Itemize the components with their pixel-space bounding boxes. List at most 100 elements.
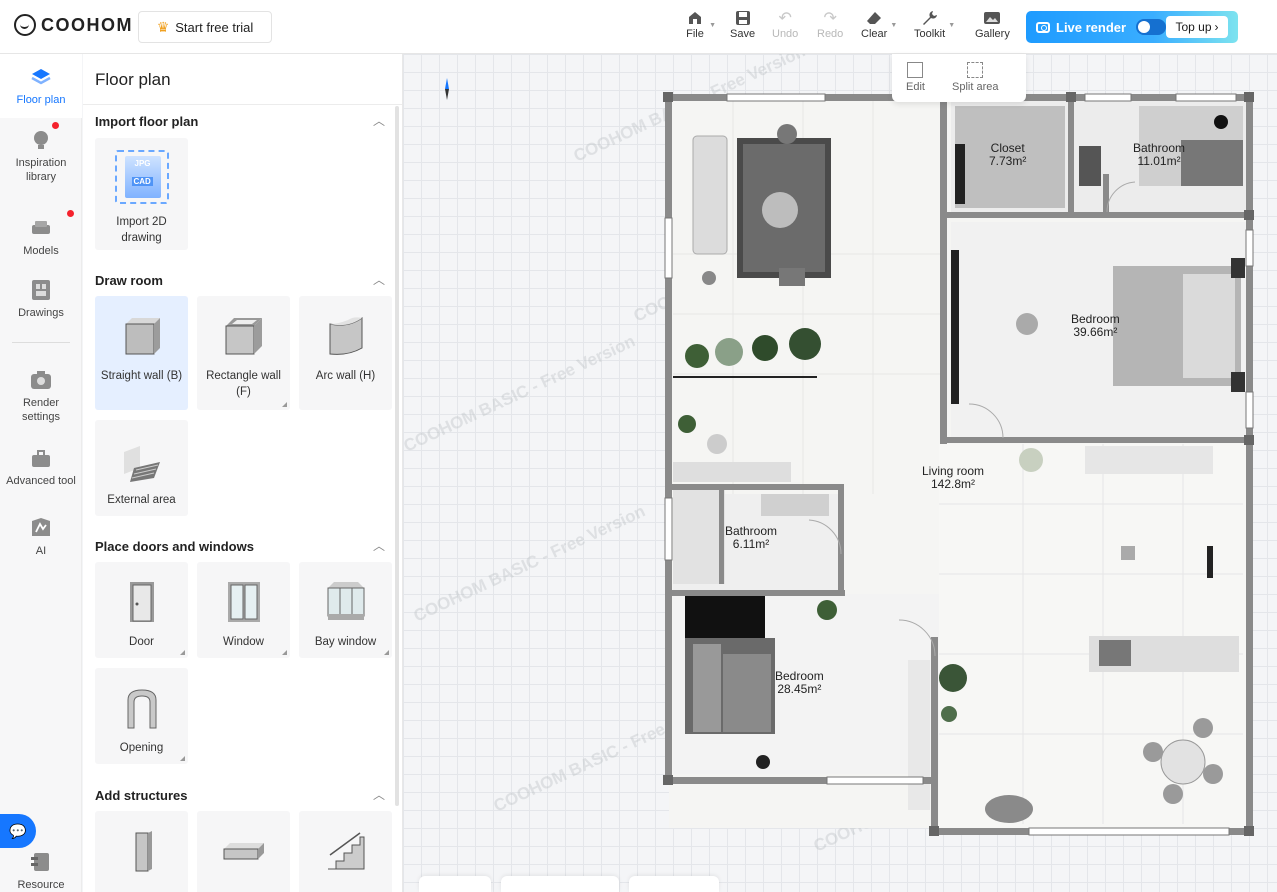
- straight-wall-label: Straight wall (B): [100, 370, 183, 382]
- jpg-badge: JPG: [134, 159, 151, 168]
- rail-advanced-tool-label: Advanced tool: [6, 475, 76, 487]
- camera-settings-icon: [31, 371, 51, 389]
- lightbulb-icon: [34, 131, 48, 149]
- panel-title: Floor plan: [95, 70, 171, 89]
- rail-drawings-label: Drawings: [18, 307, 64, 319]
- room-label-bathroom-small[interactable]: Bathroom 6.11m²: [725, 525, 777, 551]
- chat-support-button[interactable]: 💬: [0, 814, 36, 848]
- chevron-down-icon: ▼: [948, 22, 956, 29]
- external-area-label: External area: [107, 494, 176, 506]
- section-import-heading: Import floor plan: [95, 114, 199, 129]
- room-area: 7.73m²: [989, 154, 1027, 168]
- room-area: 142.8m²: [931, 477, 976, 491]
- rail-floor-plan[interactable]: Floor plan: [0, 54, 82, 118]
- rail-resource[interactable]: Resource: [0, 850, 82, 892]
- redo-button[interactable]: ↷ Redo: [817, 8, 843, 40]
- cad-badge: CAD: [131, 177, 153, 186]
- window-label: Window: [223, 636, 264, 648]
- rail-resource-label: Resource: [17, 879, 65, 891]
- room-area: 11.01m²: [1137, 154, 1181, 168]
- corner-triangle-icon: [180, 650, 185, 655]
- home-file-icon: [684, 8, 706, 28]
- rail-floor-plan-label: Floor plan: [16, 94, 66, 106]
- bay-window-card[interactable]: Bay window: [299, 562, 392, 658]
- crown-icon: ♛: [156, 18, 170, 35]
- room-label-bathroom-top[interactable]: Bathroom 11.01m²: [1133, 142, 1185, 168]
- rectangle-wall-card[interactable]: Rectangle wall (F): [197, 296, 290, 410]
- room-label-bedroom-left[interactable]: Bedroom 28.45m²: [775, 670, 824, 696]
- import-2d-drawing-label: Import 2D drawing: [116, 216, 167, 244]
- corner-triangle-icon: [384, 650, 389, 655]
- save-button[interactable]: Save: [730, 8, 755, 40]
- live-render-button[interactable]: Live render Top up ›: [1026, 11, 1238, 43]
- import-2d-drawing-card[interactable]: JPG CAD Import 2D drawing: [95, 138, 188, 250]
- live-render-toggle[interactable]: [1136, 19, 1167, 35]
- save-label: Save: [730, 28, 756, 40]
- start-free-trial-label: Start free trial: [175, 19, 254, 35]
- edit-button[interactable]: Edit: [906, 62, 925, 93]
- bay-window-icon: [327, 582, 364, 620]
- gallery-label: Gallery: [975, 28, 1010, 40]
- rail-models[interactable]: Models: [0, 210, 82, 258]
- column-card[interactable]: [95, 811, 188, 892]
- door-card[interactable]: Door: [95, 562, 188, 658]
- start-free-trial-button[interactable]: ♛ Start free trial: [138, 11, 272, 43]
- section-draw-room[interactable]: Draw room ︿: [95, 273, 385, 288]
- gallery-button[interactable]: Gallery: [975, 8, 1010, 40]
- door-label: Door: [129, 636, 154, 648]
- rail-render-settings[interactable]: Render settings: [0, 368, 82, 424]
- panel-scrollbar[interactable]: [395, 106, 399, 806]
- room-label-living-room[interactable]: Living room 142.8m²: [922, 465, 984, 491]
- view-mode-switch[interactable]: [501, 876, 619, 892]
- opening-card[interactable]: Opening: [95, 668, 188, 764]
- straight-wall-card[interactable]: Straight wall (B): [95, 296, 188, 410]
- edit-label: Edit: [906, 81, 925, 93]
- opening-label: Opening: [119, 742, 164, 754]
- rail-advanced-tool[interactable]: Advanced tool: [0, 446, 82, 488]
- undo-button[interactable]: ↶ Undo: [772, 8, 798, 40]
- section-import-floor-plan[interactable]: Import floor plan ︿: [95, 114, 385, 129]
- rail-drawings[interactable]: Drawings: [0, 278, 82, 320]
- external-area-card[interactable]: External area: [95, 420, 188, 516]
- room-label-closet[interactable]: Closet 7.73m²: [989, 142, 1026, 168]
- resource-icon: [31, 853, 49, 871]
- floor-selector[interactable]: [419, 876, 491, 892]
- floor-plan-panel: Floor plan Import floor plan ︿ JPG CAD I…: [83, 54, 403, 892]
- stairs-card[interactable]: [299, 811, 392, 892]
- gallery-icon: [981, 8, 1003, 28]
- top-bar: COOHOM ♛ Start free trial File ▼ Save ↶ …: [0, 0, 1277, 54]
- top-up-button[interactable]: Top up ›: [1166, 16, 1228, 38]
- beam-card[interactable]: [197, 811, 290, 892]
- room-area: 39.66m²: [1073, 325, 1118, 339]
- import-file-icon: JPG CAD: [114, 150, 169, 204]
- window-card[interactable]: Window: [197, 562, 290, 658]
- door-icon: [129, 582, 154, 622]
- section-draw-room-heading: Draw room: [95, 273, 163, 288]
- rail-inspiration-library[interactable]: Inspiration library: [0, 122, 82, 184]
- view-tools[interactable]: [629, 876, 719, 892]
- brand[interactable]: COOHOM: [14, 14, 133, 36]
- split-area-icon: [967, 62, 984, 78]
- toolkit-button[interactable]: Toolkit ▼: [914, 8, 955, 40]
- floor-plan-drawing[interactable]: [403, 54, 1277, 892]
- chevron-right-icon: ›: [1214, 20, 1219, 34]
- sofa-icon: [32, 221, 50, 234]
- corner-triangle-icon: [282, 402, 287, 407]
- notification-dot: [52, 122, 59, 129]
- arc-wall-label: Arc wall (H): [315, 370, 376, 382]
- section-doors-windows[interactable]: Place doors and windows ︿: [95, 539, 385, 554]
- section-add-structures-heading: Add structures: [95, 788, 188, 803]
- clear-button[interactable]: Clear ▼: [861, 8, 897, 40]
- room-label-bedroom-right[interactable]: Bedroom 39.66m²: [1071, 313, 1120, 339]
- redo-icon: ↷: [823, 10, 837, 27]
- arc-wall-card[interactable]: Arc wall (H): [299, 296, 392, 410]
- split-area-button[interactable]: Split area: [952, 62, 998, 93]
- chevron-up-icon: ︿: [372, 788, 385, 802]
- section-add-structures[interactable]: Add structures ︿: [95, 788, 385, 803]
- floor-plan-canvas[interactable]: COOHOM BASIC - Free Version COOHOM BASIC…: [403, 54, 1277, 892]
- file-menu-button[interactable]: File ▼: [684, 8, 716, 40]
- rectangle-wall-label: Rectangle wall (F): [206, 370, 281, 398]
- live-render-label: Live render: [1056, 19, 1127, 35]
- rail-ai[interactable]: AI: [0, 516, 82, 558]
- drawings-icon: [32, 280, 50, 300]
